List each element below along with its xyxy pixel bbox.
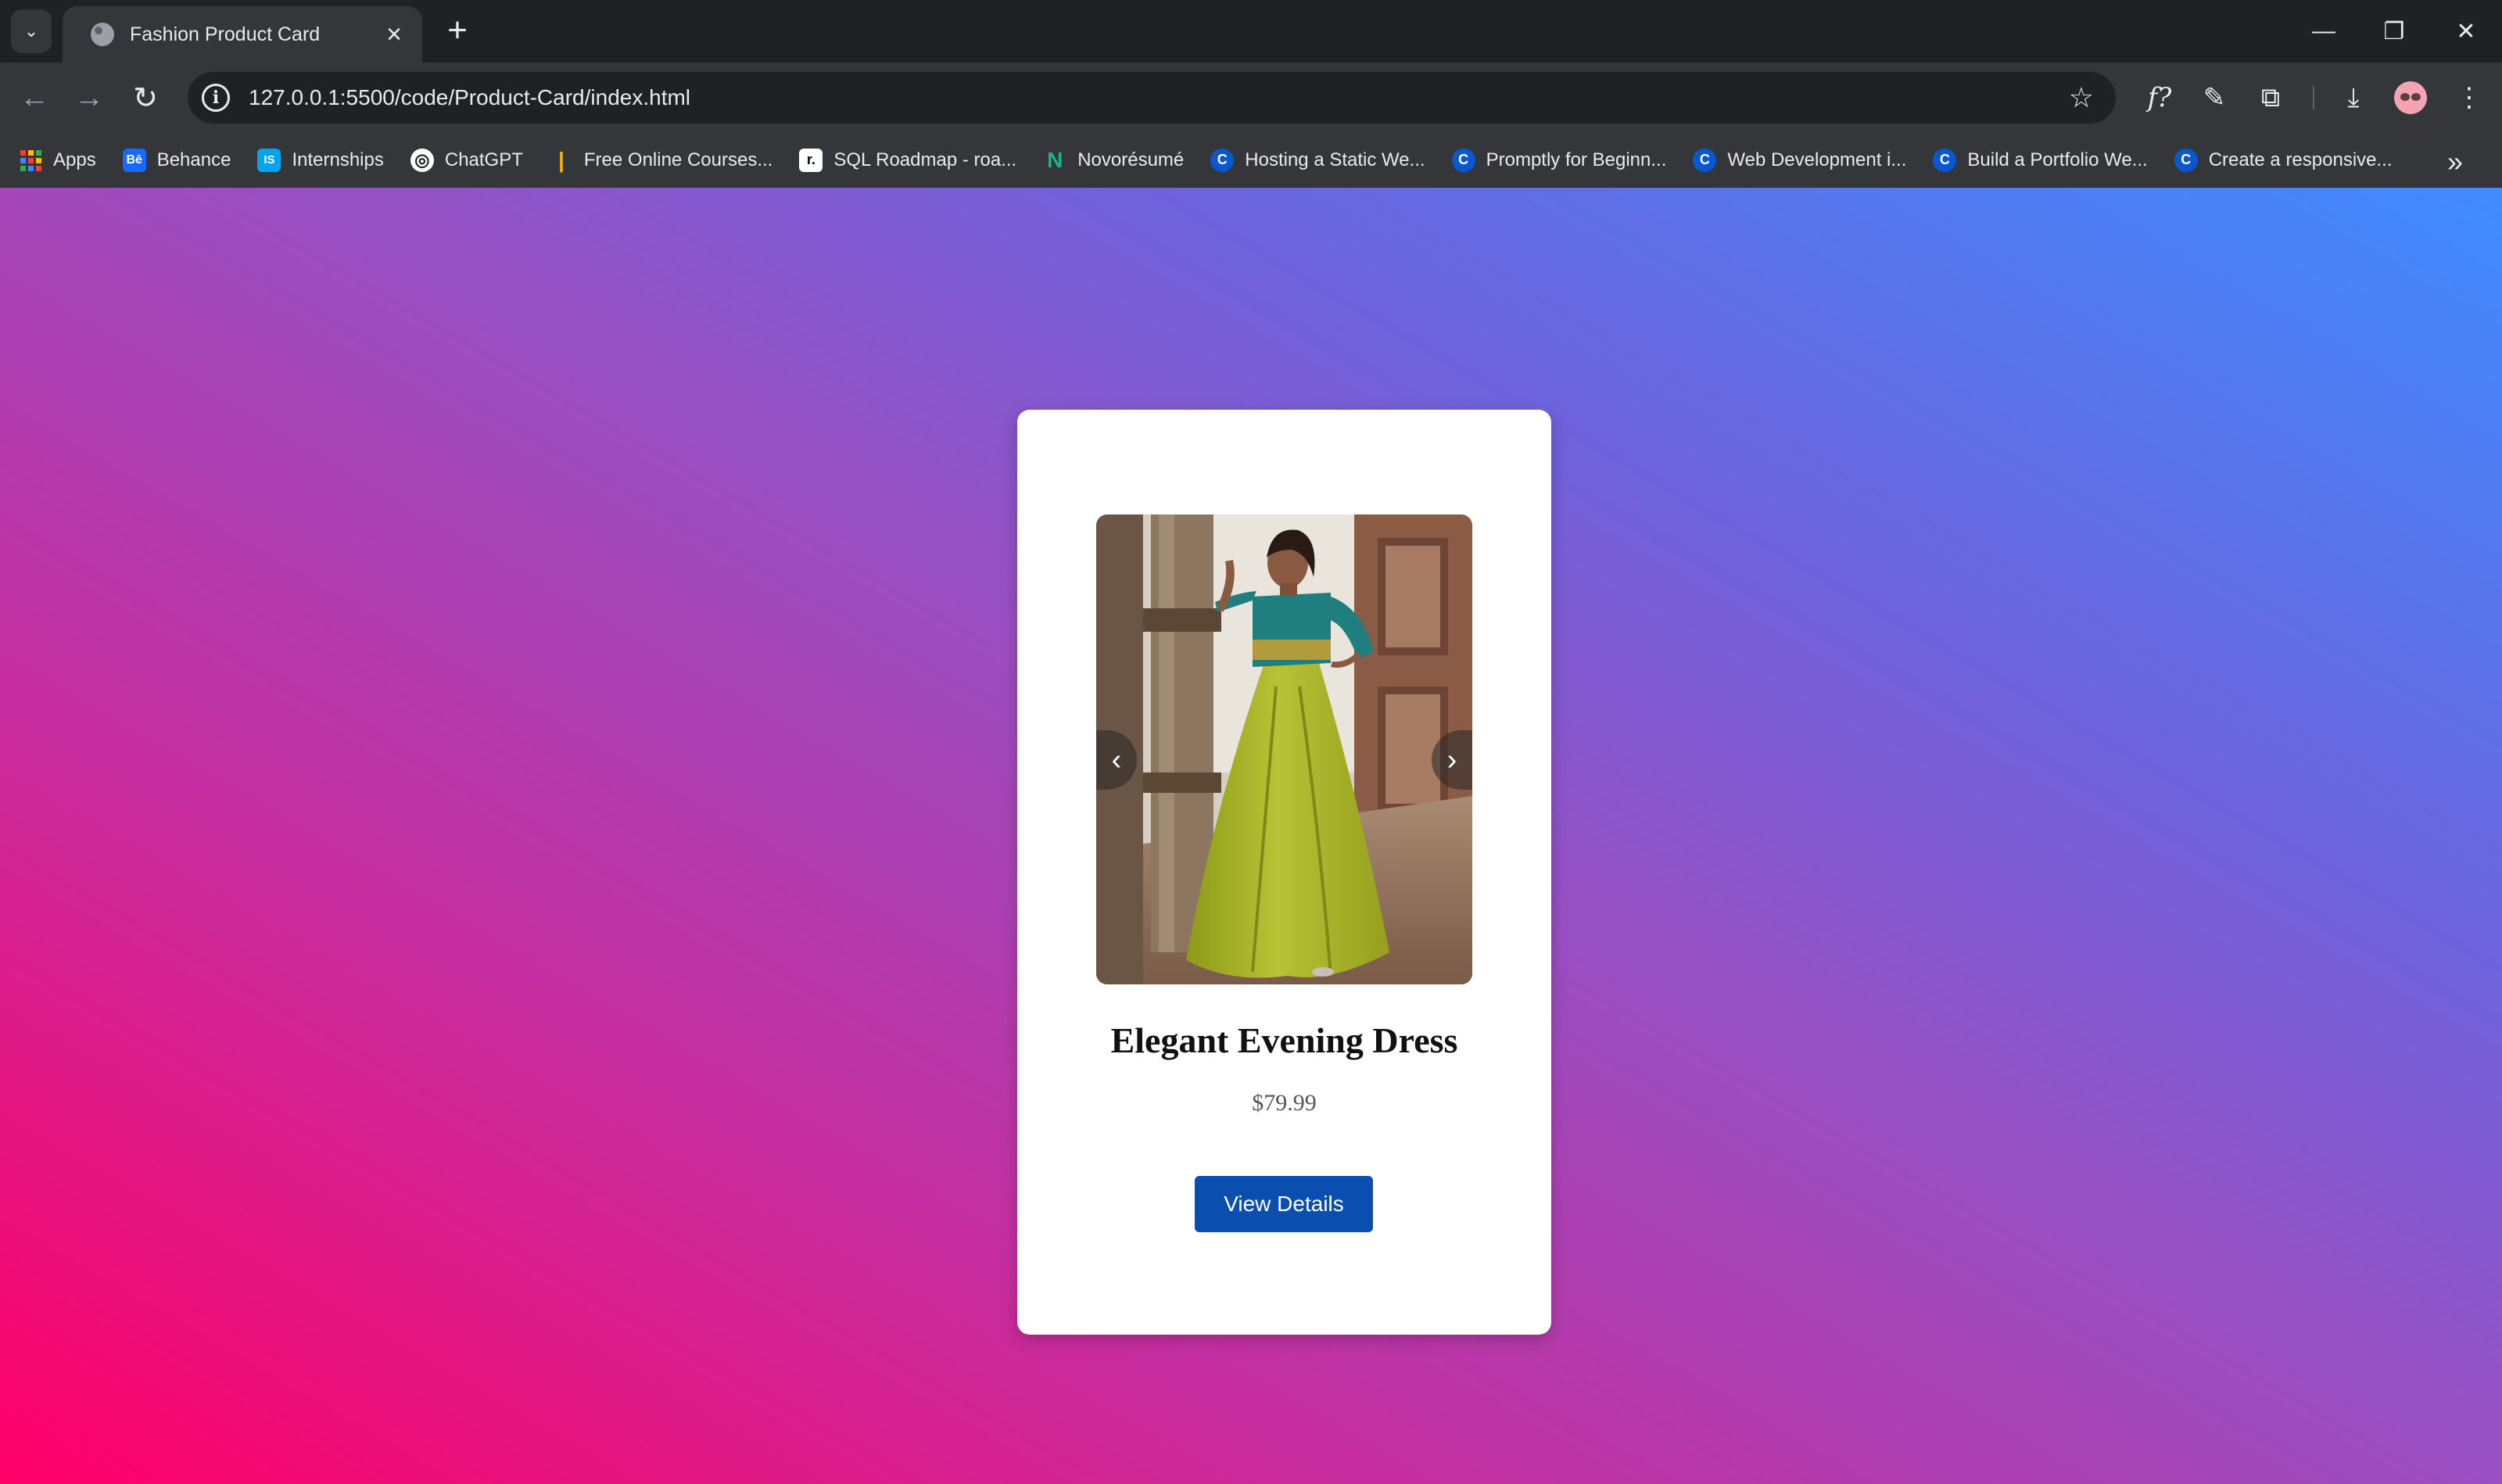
bookmark-label: Apps	[53, 149, 96, 170]
download-icon[interactable]: ⤓	[2333, 77, 2374, 118]
courses-icon: |	[557, 147, 565, 172]
tab-search-button[interactable]: ⌄	[11, 9, 52, 53]
bookmark-label: Create a responsive...	[2208, 149, 2393, 170]
bookmark-label: Hosting a Static We...	[1245, 149, 1425, 170]
bookmark-label: SQL Roadmap - roa...	[833, 149, 1017, 170]
chatgpt-icon: ◎	[410, 148, 434, 172]
tab-title: Fashion Product Card	[130, 23, 321, 45]
bookmark-behance[interactable]: Bē Behance	[122, 148, 231, 172]
bookmark-portfolio[interactable]: C Build a Portfolio We...	[1933, 148, 2148, 172]
chevron-down-icon: ⌄	[23, 21, 39, 41]
internshala-icon: IS	[257, 148, 281, 172]
minimize-icon[interactable]: —	[2288, 0, 2360, 63]
bookmark-sql-roadmap[interactable]: r. SQL Roadmap - roa...	[799, 148, 1017, 172]
bookmark-chatgpt[interactable]: ◎ ChatGPT	[410, 148, 523, 172]
restore-icon[interactable]: ❐	[2358, 0, 2430, 63]
fonts-extension-icon[interactable]: f?	[2139, 77, 2180, 118]
product-title: Elegant Evening Dress	[1110, 1020, 1458, 1060]
bookmark-label: ChatGPT	[444, 149, 523, 170]
bookmark-novoresume[interactable]: N Novorésumé	[1043, 147, 1185, 172]
behance-icon: Bē	[122, 148, 146, 172]
c-icon: C	[1451, 148, 1475, 172]
bookmark-apps[interactable]: Apps	[19, 149, 96, 172]
bookmark-label: Internships	[292, 149, 384, 170]
bookmark-star-icon[interactable]: ☆	[2069, 81, 2094, 114]
profile-avatar[interactable]	[2394, 81, 2427, 114]
c-icon: C	[1210, 148, 1235, 172]
c-icon: C	[2174, 148, 2198, 172]
browser-toolbar: ← → ↻ i 127.0.0.1:5500/code/Product-Card…	[0, 63, 2502, 133]
product-image-carousel: ‹ ›	[1096, 514, 1472, 984]
address-bar[interactable]: i 127.0.0.1:5500/code/Product-Card/index…	[188, 72, 2116, 124]
globe-icon	[91, 23, 114, 46]
novoresume-icon: N	[1047, 147, 1063, 172]
c-icon: C	[1933, 148, 1957, 172]
url-text[interactable]: 127.0.0.1:5500/code/Product-Card/index.h…	[249, 85, 2069, 110]
bookmark-label: Free Online Courses...	[583, 149, 773, 170]
tab-strip: ⌄ Fashion Product Card × + — ❐ ✕	[0, 0, 2502, 63]
page-background: ‹ › Elegant Evening Dress $79.99 View De…	[0, 188, 2502, 1484]
bookmark-hosting-static[interactable]: C Hosting a Static We...	[1210, 148, 1425, 172]
back-icon[interactable]: ←	[14, 77, 55, 118]
eyedropper-icon[interactable]: ✎	[2194, 77, 2235, 118]
window-close-icon[interactable]: ✕	[2430, 0, 2502, 63]
site-info-icon[interactable]: i	[202, 84, 230, 112]
bookmark-label: Novorésumé	[1077, 149, 1185, 170]
reload-icon[interactable]: ↻	[125, 77, 166, 118]
bookmark-promptly[interactable]: C Promptly for Beginn...	[1451, 148, 1667, 172]
bookmark-internships[interactable]: IS Internships	[257, 148, 384, 172]
bookmark-free-courses[interactable]: | Free Online Courses...	[550, 147, 773, 172]
new-tab-button[interactable]: +	[438, 11, 477, 50]
bookmark-create-responsive[interactable]: C Create a responsive...	[2174, 148, 2393, 172]
roadmap-icon: r.	[799, 148, 823, 172]
product-image	[1096, 514, 1472, 984]
bookmark-label: Behance	[156, 149, 231, 170]
product-price: $79.99	[1252, 1090, 1317, 1116]
chevron-double-right-icon[interactable]: »	[2447, 145, 2463, 178]
bookmark-label: Promptly for Beginn...	[1486, 149, 1667, 170]
product-card: ‹ › Elegant Evening Dress $79.99 View De…	[1017, 410, 1551, 1335]
bookmarks-bar: Apps Bē Behance IS Internships ◎ ChatGPT…	[0, 133, 2502, 188]
menu-kebab-icon[interactable]: ⋮	[2449, 77, 2489, 118]
bookmark-label: Web Development i...	[1727, 149, 1907, 170]
bookmark-web-development[interactable]: C Web Development i...	[1693, 148, 1907, 172]
extensions-puzzle-icon[interactable]: ⧉	[2250, 77, 2291, 118]
toolbar-divider	[2313, 86, 2314, 109]
view-details-button[interactable]: View Details	[1195, 1176, 1373, 1232]
close-icon[interactable]: ×	[380, 21, 408, 48]
bookmark-label: Build a Portfolio We...	[1967, 149, 2148, 170]
apps-grid-icon	[19, 149, 42, 172]
forward-icon[interactable]: →	[69, 77, 109, 118]
tab-active[interactable]: Fashion Product Card ×	[63, 6, 422, 63]
c-icon: C	[1693, 148, 1717, 172]
